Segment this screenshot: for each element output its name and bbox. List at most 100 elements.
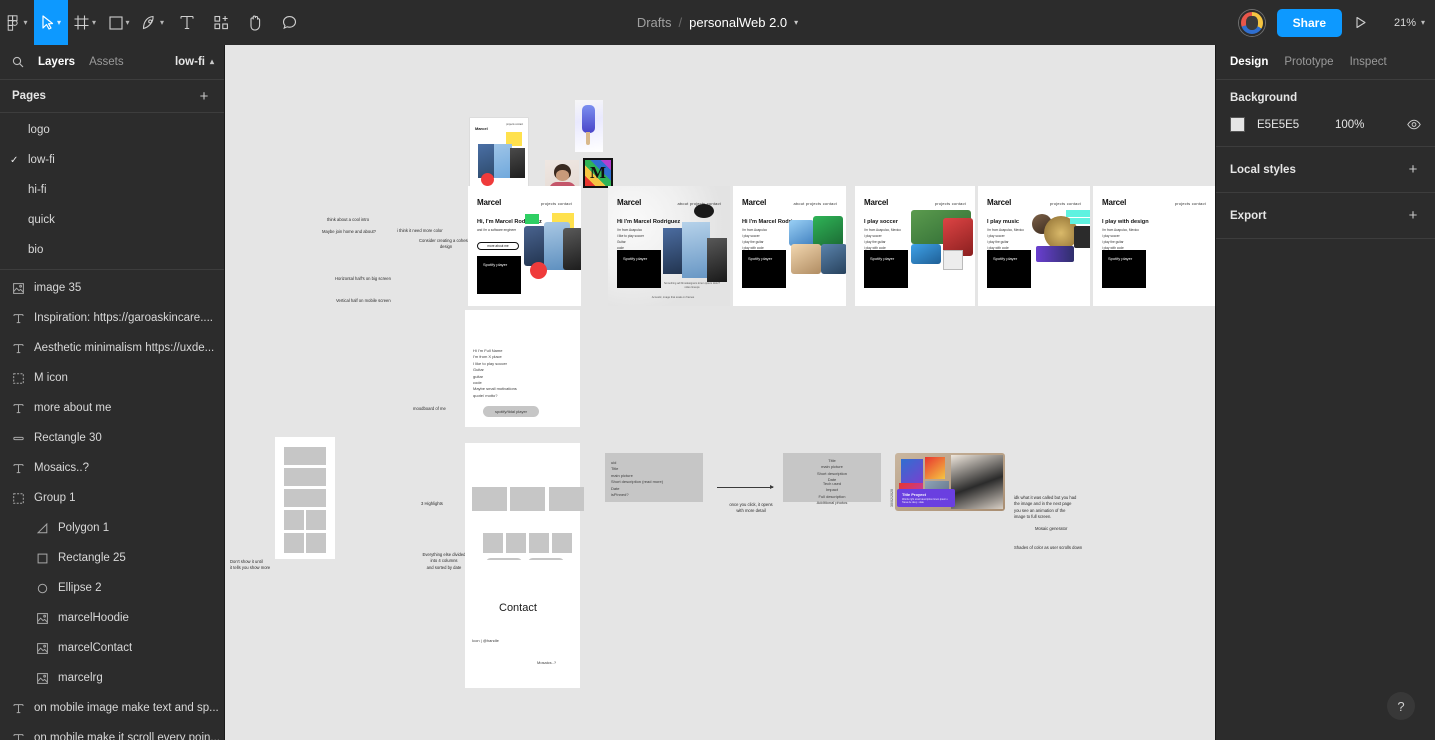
canvas-note[interactable]: 3 Highlights <box>421 501 461 507</box>
spotify-player-block[interactable]: Spotify player <box>742 250 786 288</box>
page-item-hi-fi[interactable]: hi-fi <box>0 175 224 205</box>
site-frame[interactable]: Marcel about projects contact Hi I'm Marce… <box>608 186 730 306</box>
chevron-down-icon[interactable]: ▾ <box>126 18 130 27</box>
spotify-player-block[interactable]: Spotify player <box>987 250 1031 288</box>
moodboard-wireframe-frame[interactable]: Hi I'm Full Name I'm from X place I like… <box>465 310 580 427</box>
help-button[interactable]: ? <box>1387 692 1415 720</box>
site-nav[interactable]: projects contact <box>935 201 966 206</box>
layer-item[interactable]: Rectangle 30 <box>0 423 224 453</box>
contact-frame[interactable]: Contact Icon | @handle Mosaics..? <box>465 560 580 688</box>
layer-item[interactable]: Rectangle 25 <box>0 543 224 573</box>
site-nav[interactable]: about projects contact <box>793 201 837 206</box>
background-hex-value[interactable]: E5E5E5 <box>1257 119 1335 131</box>
layer-item[interactable]: marcelrg <box>0 663 224 693</box>
chevron-up-icon[interactable]: ▴ <box>210 58 214 66</box>
site-frame[interactable]: Marcel projects contact I play with design… <box>1093 186 1215 306</box>
popsicle-image[interactable] <box>575 100 603 152</box>
search-icon[interactable] <box>12 56 24 68</box>
add-page-button[interactable]: + <box>196 89 212 104</box>
text-tool-icon[interactable] <box>170 0 204 45</box>
layer-item[interactable]: more about me <box>0 393 224 423</box>
shape-tool-icon[interactable]: ▾ <box>102 0 136 45</box>
visibility-eye-icon[interactable] <box>1407 119 1421 130</box>
tab-inspect[interactable]: Inspect <box>1350 56 1387 68</box>
layer-item[interactable]: image 35 <box>0 273 224 303</box>
avatar[interactable] <box>1238 9 1265 36</box>
layer-item[interactable]: Group 1 <box>0 483 224 513</box>
layer-item[interactable]: Polygon 1 <box>0 513 224 543</box>
breadcrumb-drafts[interactable]: Drafts <box>637 15 672 30</box>
project-card-image[interactable]: Title Proyect Words right small descript… <box>895 453 1005 511</box>
layer-item[interactable]: on mobile image make text and sp... <box>0 693 224 723</box>
flow-card-right[interactable]: Title main picture Short description Dat… <box>783 453 881 505</box>
page-item-quick[interactable]: quick <box>0 205 224 235</box>
mobile-wireframe-frame[interactable] <box>275 437 335 559</box>
spotify-player-block[interactable]: Spotify player <box>477 256 521 294</box>
m-logo-image[interactable]: M <box>583 158 613 188</box>
layer-item[interactable]: on mobile make it scroll every poin... <box>0 723 224 740</box>
chevron-down-icon[interactable]: ▾ <box>160 18 164 27</box>
chevron-down-icon[interactable]: ▾ <box>57 18 61 27</box>
share-button[interactable]: Share <box>1276 8 1342 37</box>
chevron-down-icon[interactable]: ▾ <box>1421 18 1425 27</box>
site-frame[interactable]: Marcel projects contact Hi, I'm Marcel Rod… <box>468 186 581 306</box>
frame-tool-icon[interactable]: ▾ <box>68 0 102 45</box>
tab-design[interactable]: Design <box>1230 56 1268 68</box>
projects-wireframe-frame[interactable]: show more show all <box>465 443 584 568</box>
site-nav[interactable]: projects contact <box>1175 201 1206 206</box>
page-item-logo[interactable]: logo <box>0 115 224 145</box>
canvas-note[interactable]: think about a cool intro <box>327 217 397 223</box>
canvas-note[interactable]: once you click, it opens with more detai… <box>718 502 784 515</box>
layer-item[interactable]: marcelHoodie <box>0 603 224 633</box>
chevron-down-icon[interactable]: ▾ <box>23 18 27 27</box>
breadcrumb-file-name[interactable]: personalWeb 2.0 <box>689 15 787 30</box>
spotify-player-block[interactable]: Spotify player <box>864 250 908 288</box>
canvas-note[interactable]: Horizontal half's on big screen <box>335 276 427 282</box>
add-local-style-button[interactable]: + <box>1405 162 1421 177</box>
canvas-note[interactable]: Maybe join home and about? <box>322 229 408 235</box>
spotify-player-block[interactable]: Spotify player <box>1102 250 1146 288</box>
canvas-note[interactable]: Vertical half on mobile screen <box>336 298 428 304</box>
background-color-swatch[interactable] <box>1230 117 1245 132</box>
tab-layers[interactable]: Layers <box>38 56 75 68</box>
layer-item[interactable]: marcelContact <box>0 633 224 663</box>
layer-item[interactable]: M icon <box>0 363 224 393</box>
design-canvas[interactable]: three js: pool prose GSAP: Animate lette… <box>225 45 1215 740</box>
layer-item[interactable]: Inspiration: https://garoaskincare.... <box>0 303 224 333</box>
background-opacity-value[interactable]: 100% <box>1335 119 1364 131</box>
hand-tool-icon[interactable] <box>238 0 272 45</box>
layer-item[interactable]: Mosaics..? <box>0 453 224 483</box>
site-nav[interactable]: projects contact <box>541 201 572 206</box>
add-export-button[interactable]: + <box>1405 208 1421 223</box>
more-about-me-button[interactable]: more about me <box>477 242 519 250</box>
canvas-note[interactable]: Don't show it until it tells you show mo… <box>230 559 286 572</box>
page-item-low-fi[interactable]: ✓ low-fi <box>0 145 224 175</box>
page-item-bio[interactable]: bio <box>0 235 224 265</box>
tab-assets[interactable]: Assets <box>89 56 124 68</box>
canvas-note[interactable]: i think it need more color <box>397 228 473 234</box>
site-frame[interactable]: Marcel projects contact I play music i'm fr… <box>978 186 1090 306</box>
flow-card-left[interactable]: uid Title main picture Short description… <box>605 453 703 502</box>
moodboard-thumb-card[interactable]: Marcel projects contact <box>470 118 528 196</box>
site-frame[interactable]: Marcel projects contact I play soccer i'm f… <box>855 186 975 306</box>
site-nav[interactable]: projects contact <box>1050 201 1081 206</box>
spotify-player-block[interactable]: Spotify player <box>617 250 661 288</box>
tab-prototype[interactable]: Prototype <box>1284 56 1333 68</box>
canvas-note[interactable]: moodboard of me <box>413 406 457 412</box>
move-tool-icon[interactable]: ▾ <box>34 0 68 45</box>
present-play-icon[interactable] <box>1354 16 1367 29</box>
canvas-note[interactable]: Mosaic generator <box>1035 526 1115 532</box>
chevron-down-icon[interactable]: ▾ <box>92 18 96 27</box>
chevron-down-icon[interactable]: ▾ <box>794 18 798 27</box>
canvas-note[interactable]: idk what it was called but you had the i… <box>1014 495 1124 520</box>
zoom-level-control[interactable]: 21% ▾ <box>1379 17 1425 29</box>
layer-item[interactable]: Ellipse 2 <box>0 573 224 603</box>
site-frame[interactable]: Marcel about projects contact Hi I'm Marce… <box>733 186 846 306</box>
current-page-chip[interactable]: low-fi ▴ <box>175 56 214 68</box>
figma-menu-icon[interactable]: ▾ <box>0 0 34 45</box>
components-tool-icon[interactable] <box>204 0 238 45</box>
comment-tool-icon[interactable] <box>272 0 306 45</box>
layer-item[interactable]: Aesthetic minimalism https://uxde... <box>0 333 224 363</box>
spotify-tidal-player-button[interactable]: spotify/tidal player <box>483 406 539 417</box>
pen-tool-icon[interactable]: ▾ <box>136 0 170 45</box>
